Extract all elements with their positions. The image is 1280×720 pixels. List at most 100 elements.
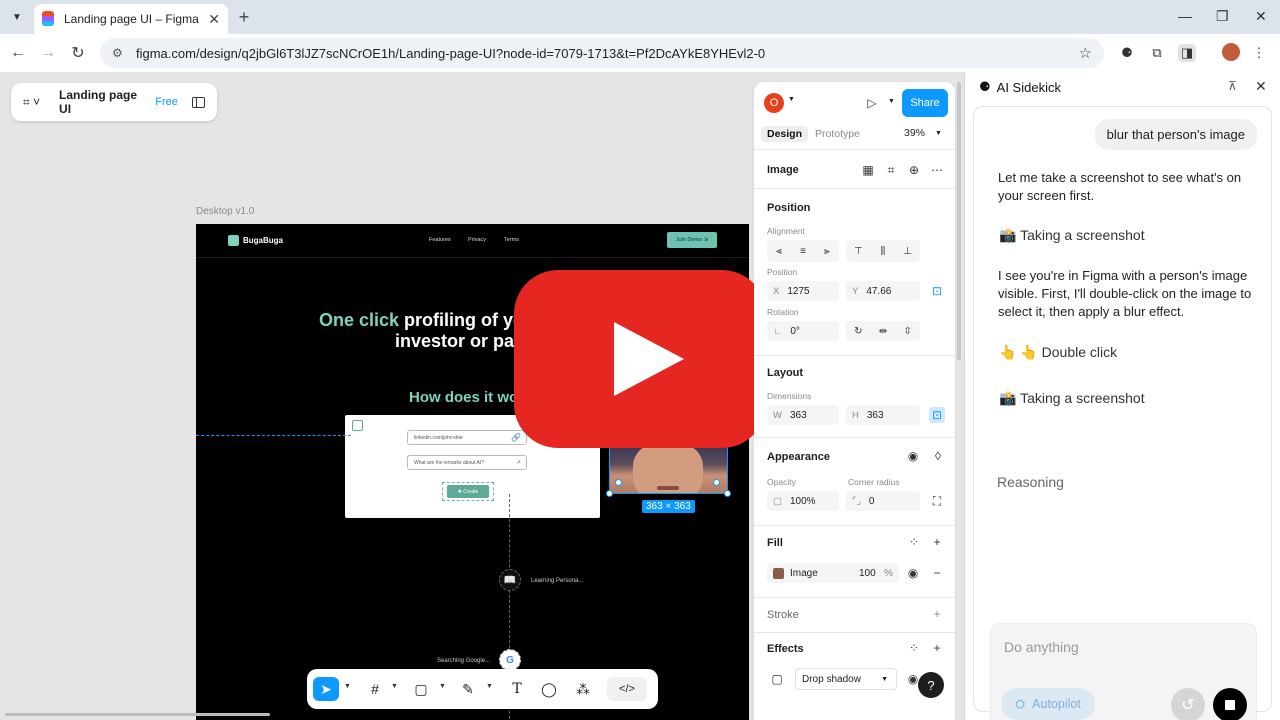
tab-search-chevron-icon[interactable]: ▼: [6, 6, 28, 28]
align-middle-icon[interactable]: ⫼: [873, 241, 893, 261]
sidekick-close-icon[interactable]: ✕: [1255, 78, 1267, 95]
crop-icon[interactable]: ⌗: [883, 162, 899, 178]
avatar-chevron-icon[interactable]: ▼: [788, 96, 795, 103]
width-field[interactable]: W 363: [767, 405, 839, 425]
remove-fill-icon[interactable]: −: [929, 565, 945, 581]
forward-icon[interactable]: →: [38, 43, 58, 63]
tab-close-icon[interactable]: ✕: [208, 11, 220, 28]
help-button[interactable]: ?: [918, 672, 944, 698]
align-right-icon[interactable]: ⫸: [817, 241, 837, 261]
frame-tool-chevron-icon[interactable]: ▼: [391, 683, 398, 690]
actions-tool-icon[interactable]: ⁂: [573, 677, 593, 701]
toggle-ui-icon[interactable]: [191, 96, 206, 108]
tab-prototype[interactable]: Prototype: [809, 126, 866, 142]
resize-to-fit-icon[interactable]: ⊡: [929, 407, 945, 423]
canvas-horizontal-scrollbar[interactable]: [5, 713, 270, 716]
new-tab-button[interactable]: +: [234, 6, 254, 28]
tab-design[interactable]: Design: [761, 126, 809, 142]
move-tool-chevron-icon[interactable]: ▼: [344, 683, 351, 690]
panel-scrollbar[interactable]: [957, 82, 961, 360]
add-stroke-icon[interactable]: +: [929, 606, 945, 622]
back-icon[interactable]: ←: [8, 43, 28, 63]
site-info-icon[interactable]: ⚙: [112, 46, 126, 60]
frame-tool-icon[interactable]: #: [365, 677, 385, 701]
constraints-icon[interactable]: ⊡: [929, 283, 945, 299]
resize-handle-bl[interactable]: [606, 490, 613, 497]
youtube-play-button[interactable]: [514, 270, 766, 448]
search-icon: ⌕: [517, 458, 521, 466]
comment-tool-icon[interactable]: ◯: [539, 677, 559, 701]
restore-icon[interactable]: ❐: [1216, 8, 1229, 25]
zoom-level[interactable]: 39%: [904, 127, 925, 139]
fill-visibility-icon[interactable]: ◉: [905, 565, 921, 581]
flip-vertical-icon[interactable]: ⇳: [898, 321, 918, 341]
y-position-field[interactable]: Y 47.66: [846, 281, 920, 301]
pen-tool-icon[interactable]: ✎: [458, 677, 478, 701]
dev-mode-toggle-icon[interactable]: </>: [607, 677, 647, 701]
rotation-field[interactable]: ∟ 0°: [767, 321, 839, 341]
x-position-field[interactable]: X 1275: [767, 281, 839, 301]
profile-avatar[interactable]: [1222, 43, 1240, 61]
add-effect-icon[interactable]: +: [929, 640, 945, 656]
browser-tab[interactable]: Landing page UI – Figma ✕: [34, 4, 228, 34]
align-left-icon[interactable]: ⫷: [769, 241, 789, 261]
move-tool-icon[interactable]: ➤: [313, 677, 339, 701]
ai-sidekick-panel: ⚈ AI Sidekick ⊼ ✕ blur that person's ima…: [965, 72, 1280, 720]
autopilot-button[interactable]: ⛭ Autopilot: [1001, 688, 1095, 720]
figma-bottom-toolbar: ➤ ▼ # ▼ ▢ ▼ ✎ ▼ T ◯ ⁂ </>: [307, 669, 658, 709]
user-avatar[interactable]: O: [764, 93, 784, 113]
share-button[interactable]: Share: [902, 89, 948, 117]
resize-handle-inner-l[interactable]: [615, 479, 622, 486]
minimize-icon[interactable]: —: [1178, 8, 1192, 24]
rotation-value: 0°: [790, 325, 800, 337]
rotate-90-icon[interactable]: ↻: [848, 321, 868, 341]
visibility-eye-icon[interactable]: ◉: [905, 448, 921, 464]
plan-badge[interactable]: Free: [155, 96, 178, 108]
resize-handle-br[interactable]: [724, 490, 731, 497]
shape-tool-chevron-icon[interactable]: ▼: [439, 683, 446, 690]
bookmark-star-icon[interactable]: ☆: [1079, 44, 1092, 62]
effect-type-select[interactable]: Drop shadow ▼: [795, 668, 897, 690]
add-fill-icon[interactable]: +: [929, 534, 945, 550]
figma-main-menu-icon[interactable]: ⌗ ˅: [23, 95, 47, 110]
stop-button[interactable]: [1213, 688, 1247, 720]
resize-handle-inner-r[interactable]: [713, 479, 720, 486]
fill-field[interactable]: Image 100%: [767, 563, 899, 583]
effect-chevron-icon: ▼: [881, 675, 888, 683]
fill-section-title: Fill: [767, 537, 783, 549]
independent-corners-icon[interactable]: ⛶: [929, 493, 945, 509]
zoom-chevron-icon[interactable]: ▼: [935, 130, 942, 137]
opacity-field[interactable]: ▢ 100%: [767, 491, 839, 511]
sidekick-extension-icon[interactable]: ⚈: [1118, 44, 1136, 62]
align-bottom-icon[interactable]: ⊥: [898, 241, 918, 261]
blend-mode-drop-icon[interactable]: ◊: [930, 448, 946, 464]
rectangle-tool-icon[interactable]: ▢: [411, 677, 431, 701]
window-close-icon[interactable]: ✕: [1255, 8, 1267, 25]
align-center-h-icon[interactable]: ≡: [793, 241, 813, 261]
corner-radius-field[interactable]: ⌜⌟ 0: [846, 491, 920, 511]
present-chevron-icon[interactable]: ▼: [888, 98, 895, 105]
flip-horizontal-icon[interactable]: ⇹: [873, 321, 893, 341]
effect-checkbox-icon[interactable]: ▢: [769, 671, 785, 687]
image-grid-icon[interactable]: ▦: [860, 162, 876, 178]
more-options-icon[interactable]: ⋯: [929, 162, 945, 178]
pin-icon[interactable]: ⊼: [1228, 79, 1237, 93]
extensions-puzzle-icon[interactable]: ⧉: [1148, 44, 1166, 62]
undo-icon[interactable]: ↺: [1171, 688, 1205, 720]
vertical-align-group: ⊤ ⫼ ⊥: [846, 240, 920, 262]
height-field[interactable]: H 363: [846, 405, 920, 425]
text-tool-icon[interactable]: T: [507, 677, 527, 701]
align-top-icon[interactable]: ⊤: [848, 241, 868, 261]
address-bar[interactable]: ⚙ figma.com/design/q2jbGl6T3lJZ7scNCrOE1…: [100, 38, 1104, 68]
effect-styles-icon[interactable]: ⁘: [906, 640, 922, 656]
component-icon[interactable]: ⊕: [906, 162, 922, 178]
side-panel-icon[interactable]: ◨: [1178, 44, 1196, 62]
browser-menu-icon[interactable]: ⋮: [1250, 44, 1268, 62]
pen-tool-chevron-icon[interactable]: ▼: [486, 683, 493, 690]
fill-styles-icon[interactable]: ⁘: [906, 534, 922, 550]
file-name[interactable]: Landing page UI: [59, 88, 145, 116]
composer[interactable]: Do anything ⛭ Autopilot ↺: [990, 623, 1257, 720]
present-play-icon[interactable]: ▷: [864, 95, 880, 111]
reload-icon[interactable]: ↻: [68, 43, 88, 63]
frame-label[interactable]: Desktop v1.0: [196, 206, 254, 217]
